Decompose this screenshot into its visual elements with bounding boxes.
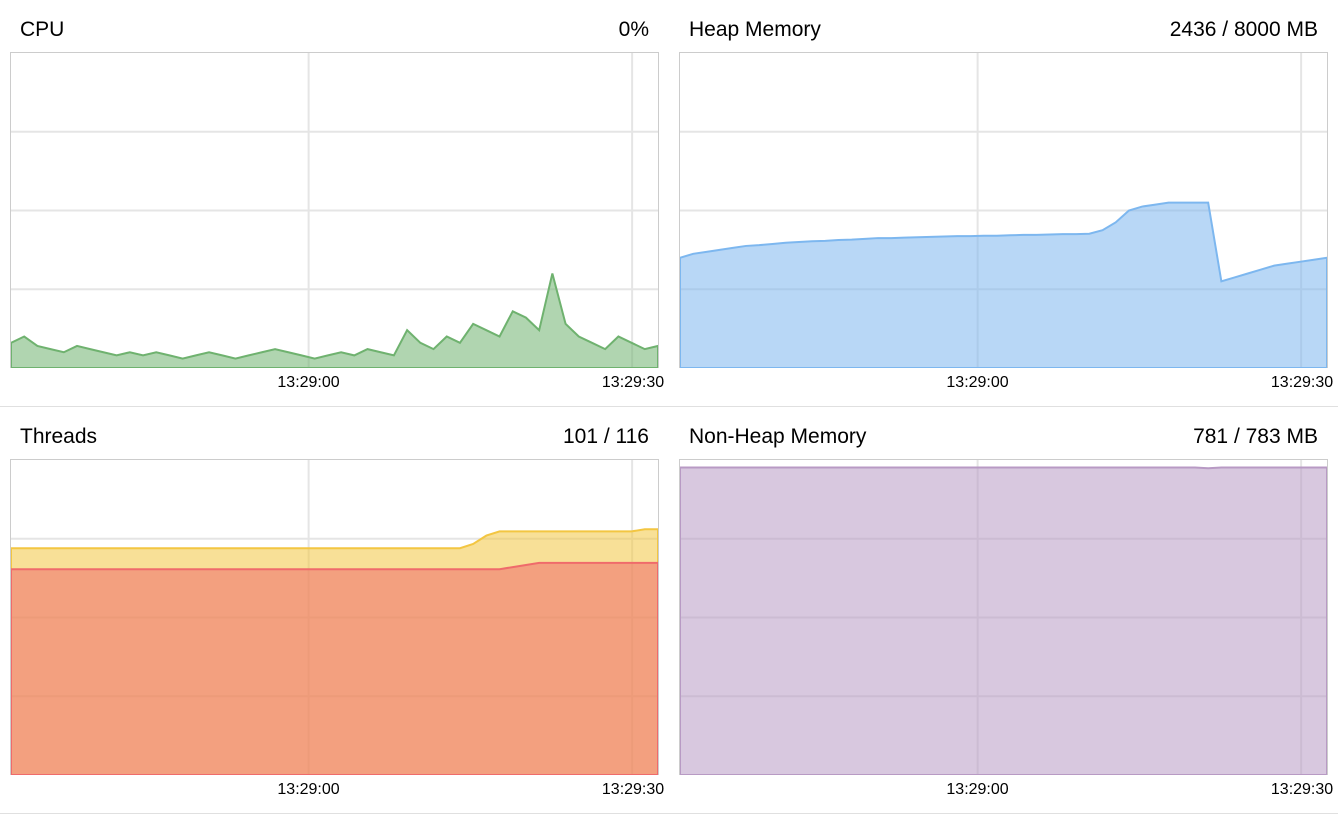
x-tick-label: 13:29:00: [277, 374, 339, 392]
panel-heap: Heap Memory 2436 / 8000 MB 13:29:00 13:2…: [669, 0, 1338, 407]
panel-nonheap: Non-Heap Memory 781 / 783 MB 13:29:00 13…: [669, 407, 1338, 814]
x-tick-label: 13:29:00: [946, 374, 1008, 392]
panel-title: Heap Memory: [689, 18, 821, 42]
x-axis: 13:29:00 13:29:30: [679, 368, 1328, 406]
chart-threads[interactable]: [10, 459, 659, 775]
panel-title: Threads: [20, 425, 97, 449]
chart-cpu[interactable]: [10, 52, 659, 368]
x-tick-label: 13:29:30: [1271, 374, 1333, 392]
panel-title: CPU: [20, 18, 64, 42]
panel-value: 0%: [619, 18, 649, 42]
x-tick-label: 13:29:00: [946, 781, 1008, 799]
dashboard-grid: CPU 0% 13:29:00 13:29:30 Heap Memory 243…: [0, 0, 1338, 814]
x-axis: 13:29:00 13:29:30: [10, 368, 659, 406]
x-tick-label: 13:29:30: [602, 374, 664, 392]
chart-nonheap[interactable]: [679, 459, 1328, 775]
x-tick-label: 13:29:30: [602, 781, 664, 799]
panel-cpu: CPU 0% 13:29:00 13:29:30: [0, 0, 669, 407]
panel-value: 101 / 116: [563, 425, 649, 449]
x-axis: 13:29:00 13:29:30: [10, 775, 659, 813]
chart-heap[interactable]: [679, 52, 1328, 368]
x-tick-label: 13:29:30: [1271, 781, 1333, 799]
panel-value: 2436 / 8000 MB: [1170, 18, 1318, 42]
panel-title: Non-Heap Memory: [689, 425, 866, 449]
x-axis: 13:29:00 13:29:30: [679, 775, 1328, 813]
panel-threads: Threads 101 / 116 13:29:00 13:29:30: [0, 407, 669, 814]
x-tick-label: 13:29:00: [277, 781, 339, 799]
panel-value: 781 / 783 MB: [1193, 425, 1318, 449]
